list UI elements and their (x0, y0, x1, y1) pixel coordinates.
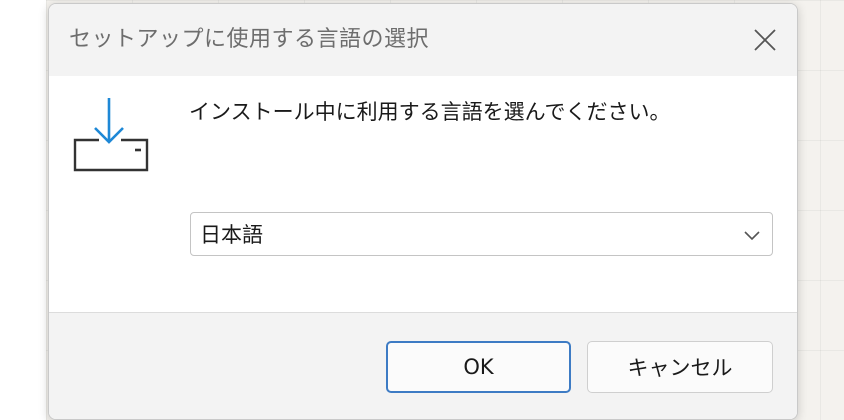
selected-language: 日本語 (200, 223, 263, 247)
chevron-down-icon (744, 231, 760, 241)
download-install-icon (69, 96, 151, 178)
language-selection-dialog: セットアップに使用する言語の選択 インストール中に利用する言語を選んでください。… (48, 3, 798, 420)
instruction-text: インストール中に利用する言語を選んでください。 (189, 100, 671, 124)
cancel-button[interactable]: キャンセル (587, 341, 773, 393)
close-icon (754, 29, 776, 51)
dialog-title: セットアップに使用する言語の選択 (69, 27, 430, 52)
close-button[interactable] (733, 4, 797, 76)
ok-button[interactable]: OK (386, 341, 571, 393)
language-dropdown[interactable]: 日本語 (190, 212, 773, 256)
dialog-footer: OK キャンセル (49, 312, 797, 419)
title-bar: セットアップに使用する言語の選択 (49, 4, 797, 76)
